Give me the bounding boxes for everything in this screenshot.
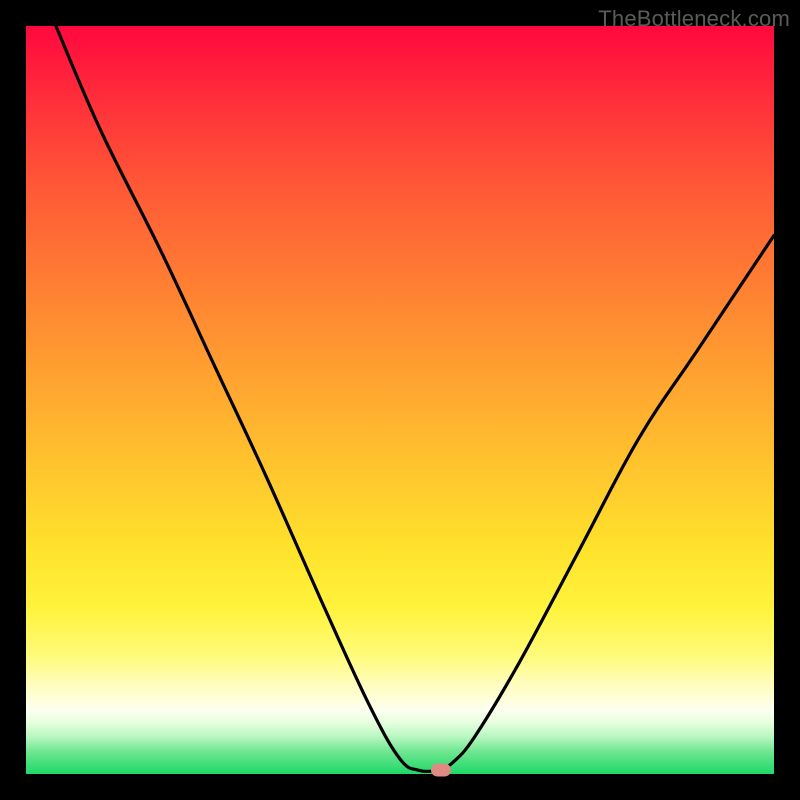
- bottleneck-curve: [26, 26, 774, 774]
- chart-frame: TheBottleneck.com: [0, 0, 800, 800]
- optimal-point-marker: [431, 764, 451, 777]
- plot-area: [26, 26, 774, 774]
- watermark-text: TheBottleneck.com: [598, 6, 790, 32]
